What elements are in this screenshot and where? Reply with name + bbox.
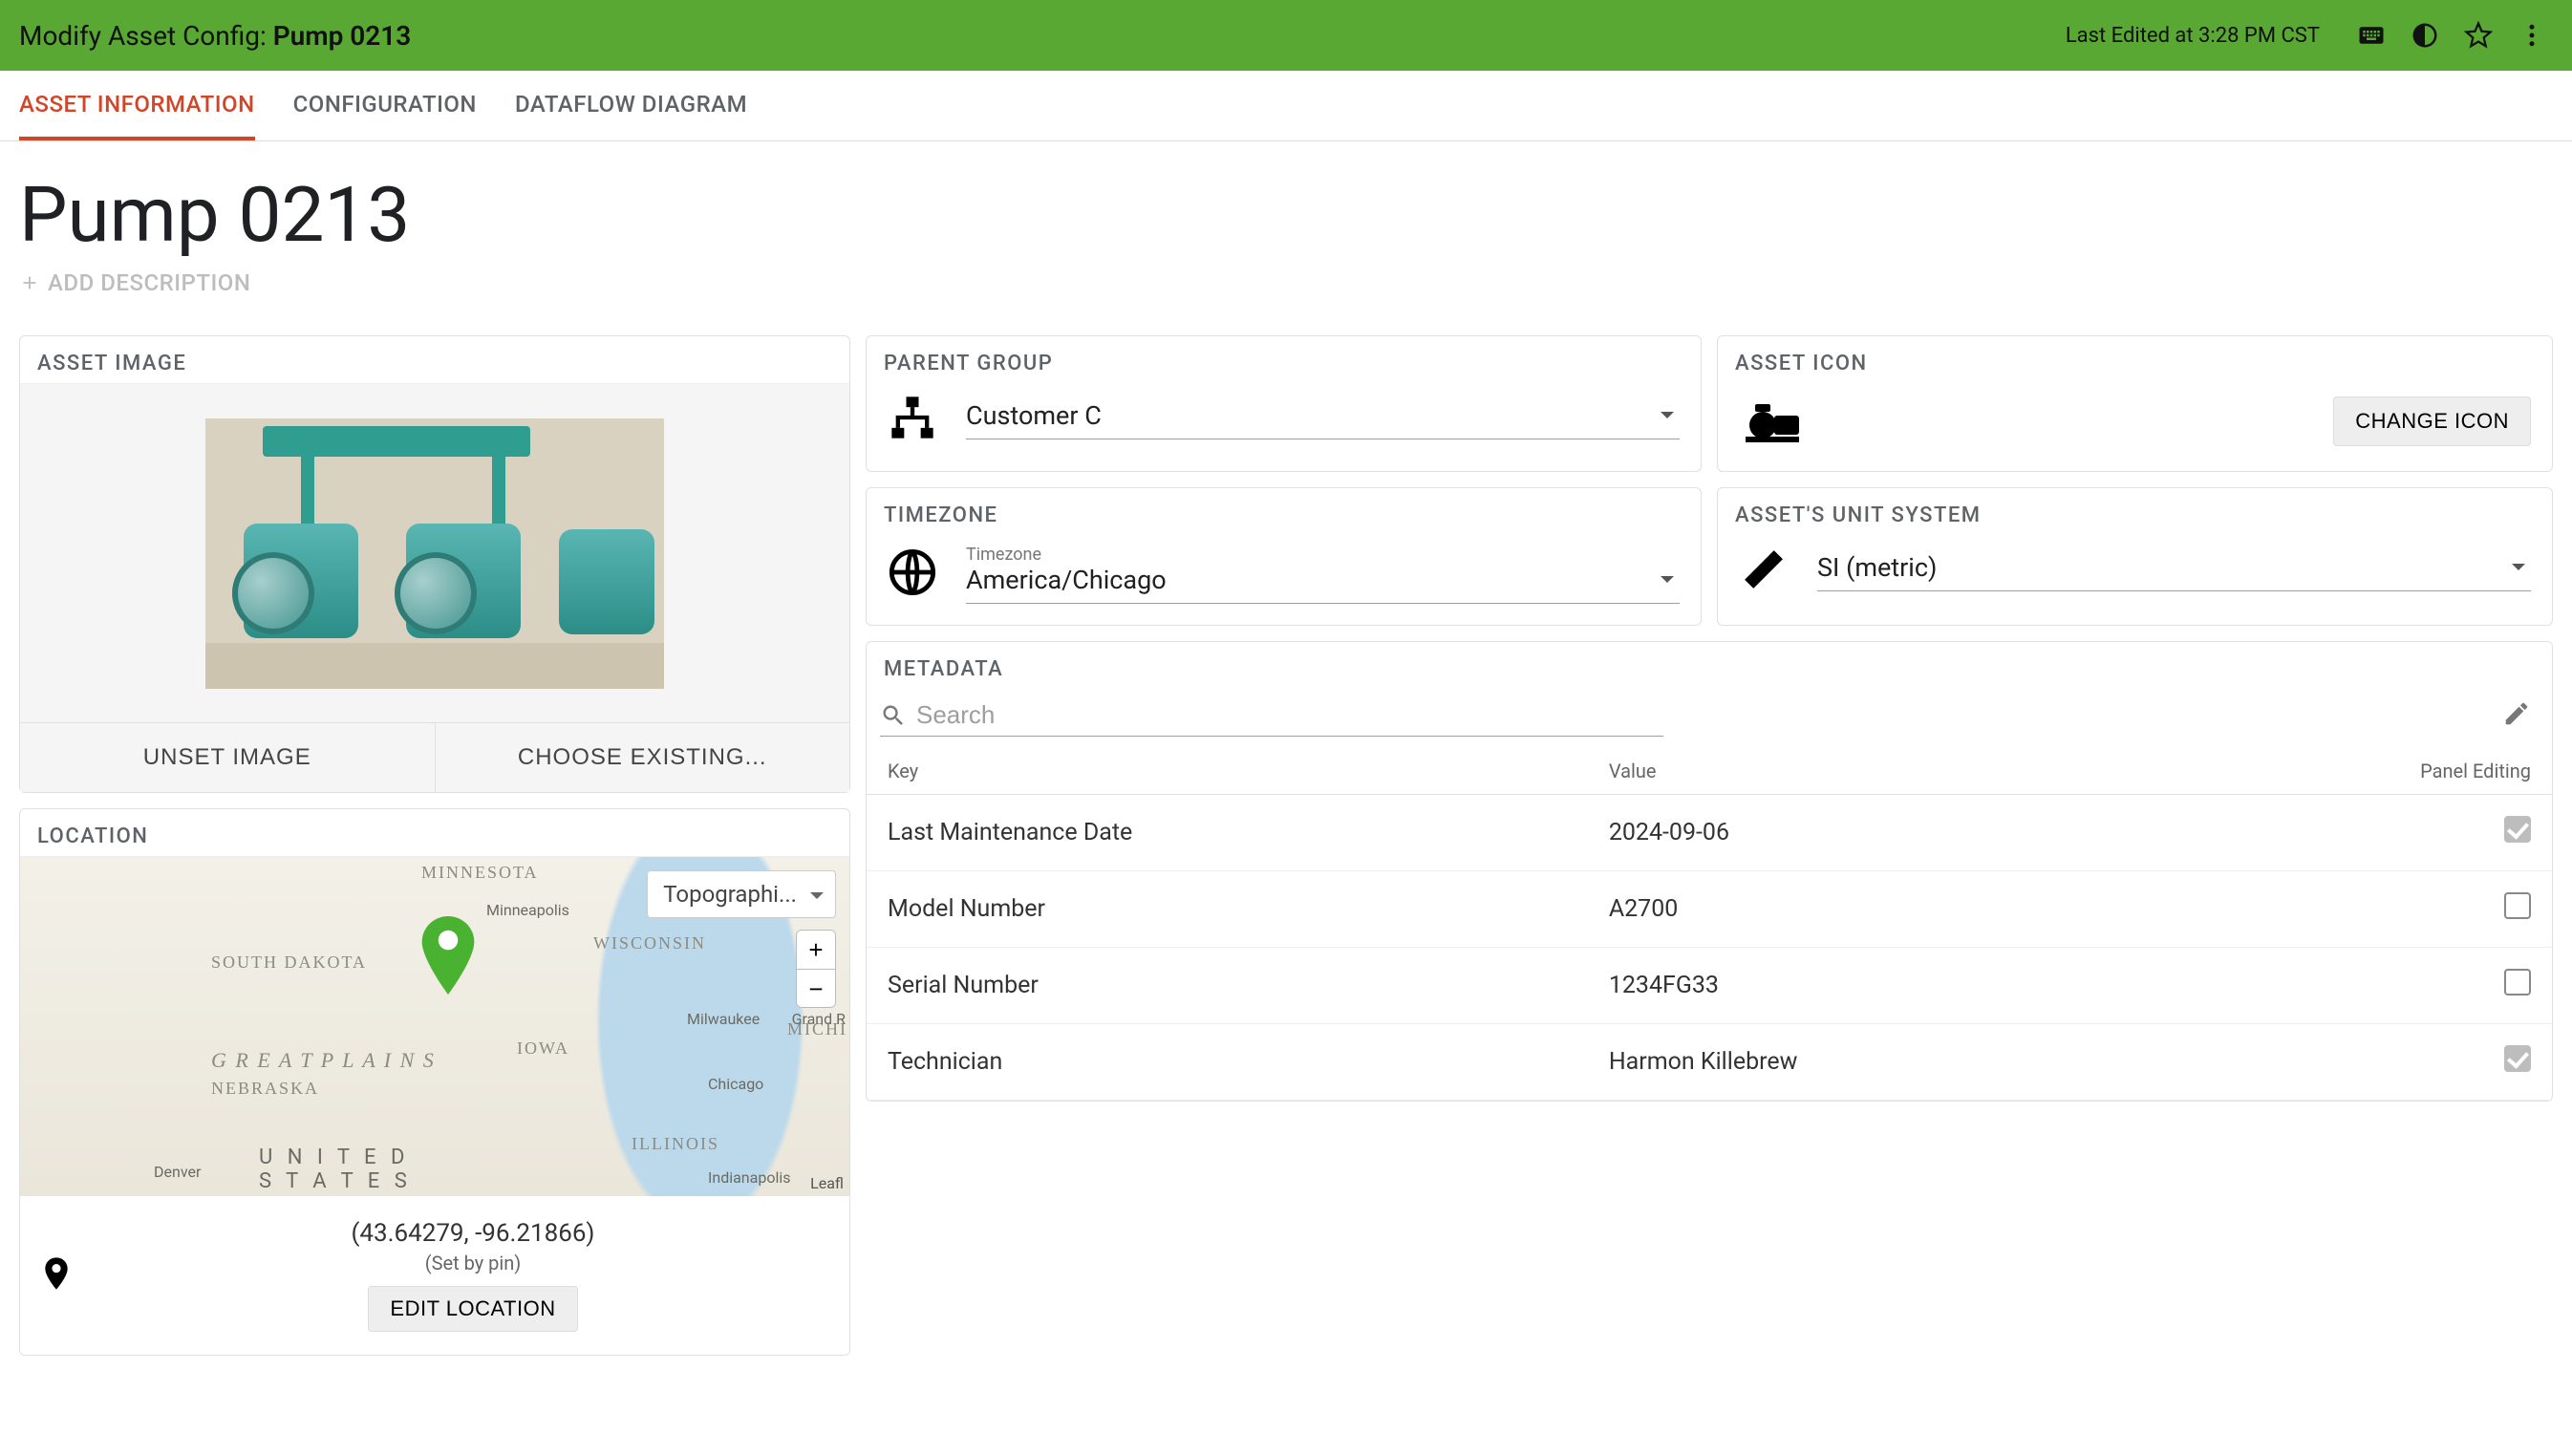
timezone-label: Timezone — [966, 545, 1649, 565]
map-city-indianapolis: Indianapolis — [708, 1168, 791, 1187]
pencil-icon — [2502, 699, 2531, 728]
keyboard-icon[interactable] — [2350, 14, 2392, 56]
asset-icon-card-title: ASSET ICON — [1718, 336, 2552, 383]
location-coords: (43.64279, -96.21866) — [114, 1219, 832, 1248]
app-header: Modify Asset Config: Pump 0213 Last Edit… — [0, 0, 2572, 71]
map-zoom-control: + − — [796, 930, 836, 1008]
map-label-iowa: IOWA — [517, 1038, 569, 1059]
more-vert-icon[interactable] — [2511, 14, 2553, 56]
panel-editing-checkbox[interactable] — [2504, 816, 2531, 843]
timezone-value: America/Chicago — [966, 565, 1167, 595]
parent-group-value: Customer C — [966, 400, 1102, 431]
map-type-value: Topographi... — [663, 881, 797, 908]
map-label-illinois: ILLINOIS — [632, 1134, 719, 1154]
tab-dataflow-diagram[interactable]: DATAFLOW DIAGRAM — [515, 71, 747, 140]
map-zoom-out-button[interactable]: − — [797, 969, 835, 1007]
pump-icon — [1739, 393, 1806, 450]
parent-group-select[interactable]: Customer C — [966, 400, 1680, 439]
map-label-south-dakota: SOUTH DAKOTA — [211, 953, 367, 973]
asset-image-preview — [20, 383, 849, 722]
page-title: Pump 0213 — [19, 170, 2553, 260]
metadata-col-panel-editing: Panel Editing — [2168, 750, 2552, 795]
edit-location-button[interactable]: EDIT LOCATION — [368, 1286, 577, 1332]
unset-image-button[interactable]: UNSET IMAGE — [20, 723, 435, 792]
map-city-denver: Denver — [154, 1163, 201, 1181]
metadata-col-key: Key — [867, 750, 1588, 795]
map-label-united-states: U N I T E D S T A T E S — [259, 1146, 412, 1193]
map-label-minnesota: MINNESOTA — [421, 863, 539, 883]
map-city-chicago: Chicago — [708, 1075, 763, 1093]
meta-value: 1234FG33 — [1588, 948, 2168, 1024]
map-city-minneapolis: Minneapolis — [486, 901, 569, 919]
map-zoom-in-button[interactable]: + — [797, 931, 835, 969]
panel-editing-checkbox[interactable] — [2504, 1045, 2531, 1072]
table-row: Serial Number 1234FG33 — [867, 948, 2552, 1024]
choose-existing-button[interactable]: CHOOSE EXISTING... — [435, 723, 850, 792]
metadata-card-title: METADATA — [867, 642, 2552, 689]
header-title-prefix: Modify Asset Config: — [19, 20, 273, 52]
parent-group-card: PARENT GROUP Customer C — [866, 335, 1702, 472]
tab-bar: ASSET INFORMATION CONFIGURATION DATAFLOW… — [0, 71, 2572, 141]
location-pin-icon — [421, 916, 475, 995]
globe-icon — [888, 547, 937, 601]
hierarchy-icon — [888, 393, 937, 446]
panel-editing-checkbox[interactable] — [2504, 969, 2531, 996]
pin-icon — [37, 1249, 75, 1302]
table-row: Last Maintenance Date 2024-09-06 — [867, 795, 2552, 871]
timezone-card-title: TIMEZONE — [867, 488, 1701, 535]
unit-system-value: SI (metric) — [1817, 552, 1937, 583]
metadata-search-input[interactable] — [916, 700, 1663, 730]
map-city-grandr: Grand R — [792, 1010, 846, 1028]
metadata-search[interactable] — [880, 695, 1663, 737]
asset-image-card: ASSET IMAGE UNSET IMAGE CHOOSE EXISTING. — [19, 335, 850, 793]
map-type-select[interactable]: Topographi... — [647, 870, 836, 918]
tab-asset-information[interactable]: ASSET INFORMATION — [19, 71, 255, 140]
edit-metadata-button[interactable] — [2502, 699, 2531, 732]
asset-photo — [205, 418, 664, 689]
asset-icon-card: ASSET ICON CHANGE ICON — [1717, 335, 2553, 472]
tab-configuration[interactable]: CONFIGURATION — [293, 71, 477, 140]
meta-value: A2700 — [1588, 871, 2168, 948]
metadata-table: Key Value Panel Editing Last Maintenance… — [867, 750, 2552, 1101]
map-city-milwaukee: Milwaukee — [687, 1010, 760, 1028]
search-icon — [880, 702, 907, 729]
header-title: Modify Asset Config: Pump 0213 — [19, 20, 411, 52]
map-label-nebraska: NEBRASKA — [211, 1079, 319, 1099]
map-label-great-plains: G R E A T P L A I N S — [211, 1048, 436, 1073]
panel-editing-checkbox[interactable] — [2504, 892, 2531, 919]
metadata-card: METADATA Key Value — [866, 641, 2553, 1102]
meta-key: Serial Number — [867, 948, 1588, 1024]
header-asset-name: Pump 0213 — [273, 20, 412, 52]
timezone-card: TIMEZONE Timezone America/Chicago — [866, 487, 1702, 626]
location-card-title: LOCATION — [20, 809, 849, 856]
map-attribution: Leafl — [810, 1174, 844, 1192]
ruler-icon — [1739, 545, 1789, 598]
location-card: LOCATION MINNESOTA SOUTH DAKOTA WISCONSI… — [19, 808, 850, 1356]
table-row: Technician Harmon Killebrew — [867, 1024, 2552, 1101]
contrast-icon[interactable] — [2404, 14, 2446, 56]
meta-key: Last Maintenance Date — [867, 795, 1588, 871]
unit-system-card-title: ASSET'S UNIT SYSTEM — [1718, 488, 2552, 535]
add-description-button[interactable]: ADD DESCRIPTION — [19, 269, 250, 296]
timezone-select[interactable]: Timezone America/Chicago — [966, 545, 1680, 604]
map-label-wisconsin: WISCONSIN — [593, 933, 706, 953]
meta-key: Model Number — [867, 871, 1588, 948]
meta-key: Technician — [867, 1024, 1588, 1101]
table-row: Model Number A2700 — [867, 871, 2552, 948]
meta-value: 2024-09-06 — [1588, 795, 2168, 871]
change-icon-button[interactable]: CHANGE ICON — [2333, 396, 2531, 446]
location-map[interactable]: MINNESOTA SOUTH DAKOTA WISCONSIN IOWA NE… — [20, 856, 849, 1196]
unit-system-select[interactable]: SI (metric) — [1817, 552, 2531, 591]
asset-image-card-title: ASSET IMAGE — [20, 336, 849, 383]
unit-system-card: ASSET'S UNIT SYSTEM SI (metric) — [1717, 487, 2553, 626]
add-description-label: ADD DESCRIPTION — [48, 269, 250, 296]
parent-group-card-title: PARENT GROUP — [867, 336, 1701, 383]
meta-value: Harmon Killebrew — [1588, 1024, 2168, 1101]
star-icon[interactable] — [2457, 14, 2499, 56]
plus-icon — [19, 272, 40, 293]
metadata-col-value: Value — [1588, 750, 2168, 795]
last-edited-text: Last Edited at 3:28 PM CST — [2066, 24, 2320, 48]
location-set-by: (Set by pin) — [114, 1252, 832, 1274]
